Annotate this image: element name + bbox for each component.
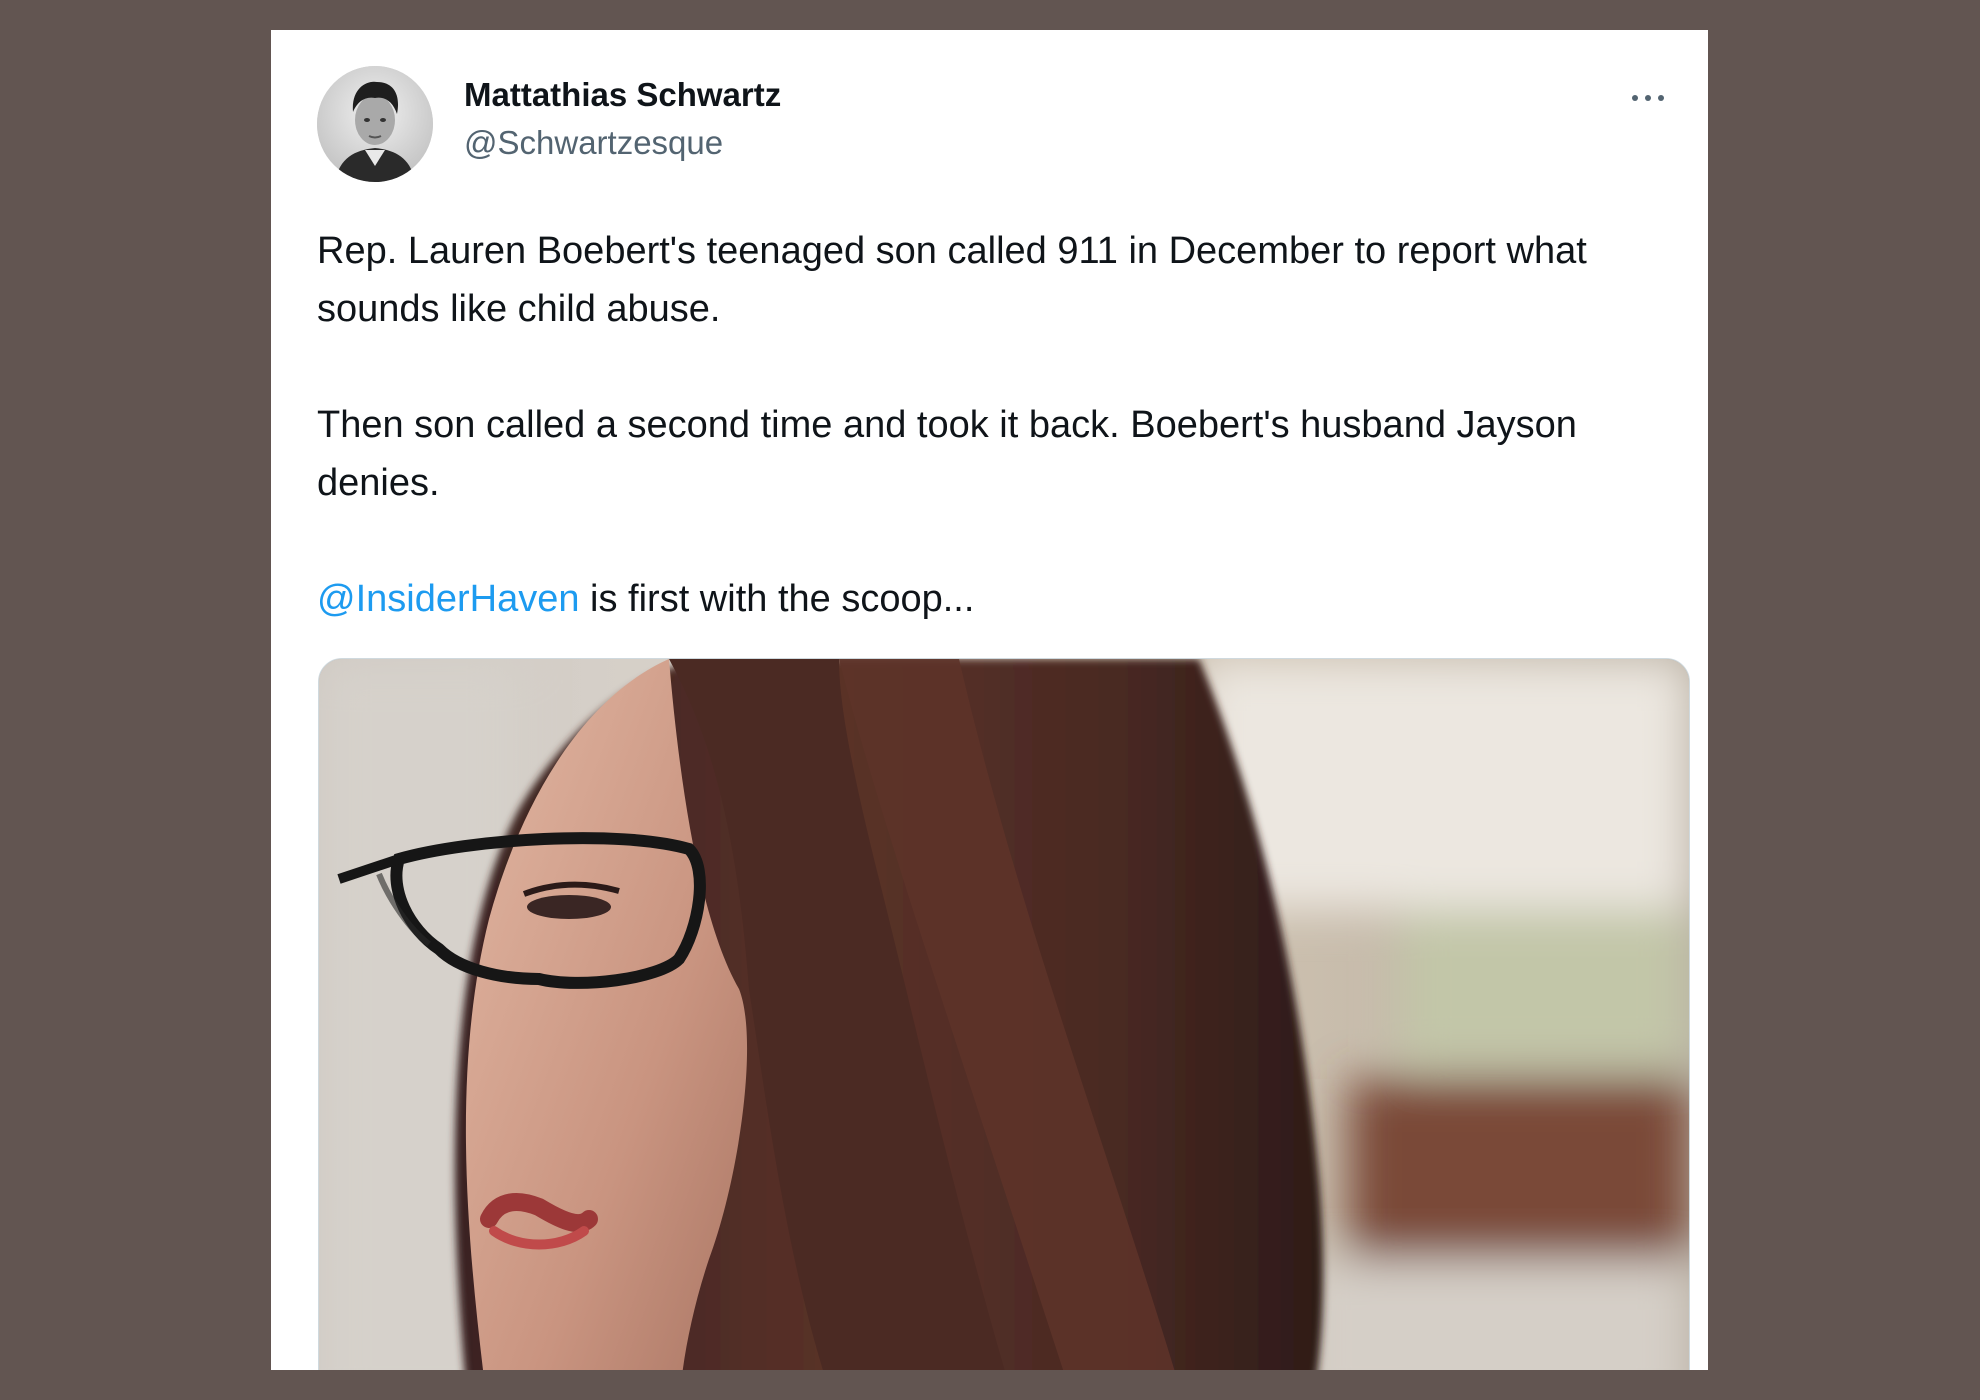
tweet-paragraph-2: Then son called a second time and took i… <box>317 404 1577 504</box>
tweet-paragraph-3-text: is first with the scoop... <box>579 578 975 620</box>
tweet-text: Rep. Lauren Boebert's teenaged son calle… <box>317 222 1687 628</box>
author-name[interactable]: Mattathias Schwartz <box>464 76 781 114</box>
author-avatar[interactable] <box>317 66 433 182</box>
author-handle[interactable]: @Schwartzesque <box>464 124 723 162</box>
tweet-card[interactable]: Mattathias Schwartz @Schwartzesque Rep. … <box>271 30 1708 1370</box>
more-horizontal-icon[interactable] <box>1628 88 1668 108</box>
tweet-paragraph-3: @InsiderHaven is first with the scoop... <box>317 570 1687 628</box>
tweet-header: Mattathias Schwartz @Schwartzesque <box>317 66 1668 186</box>
tweet-paragraph-1: Rep. Lauren Boebert's teenaged son calle… <box>317 230 1587 330</box>
mention-link[interactable]: @InsiderHaven <box>317 578 579 620</box>
tweet-media-photo[interactable] <box>318 658 1690 1370</box>
